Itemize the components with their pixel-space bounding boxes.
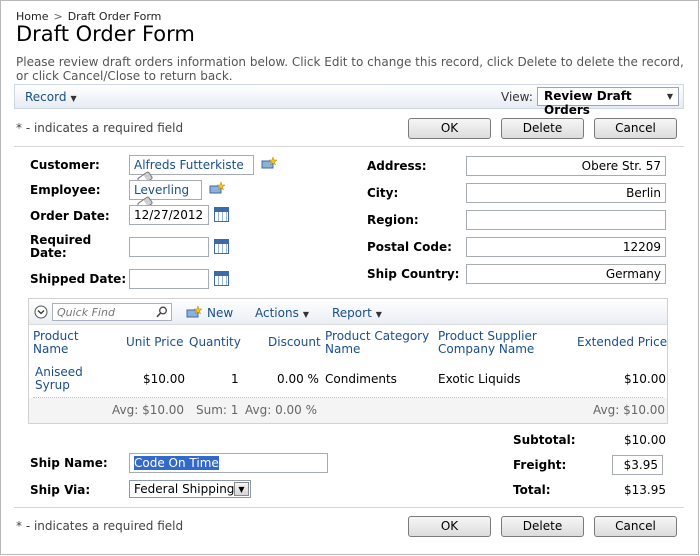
aggregate-quantity: Sum: 1 [196,403,239,417]
new-button[interactable]: New [207,306,233,320]
ship-country-input[interactable]: Germany [466,264,666,284]
column-header-product-supplier-company-name[interactable]: Product Supplier Company Name [438,330,548,356]
column-header-extended-price[interactable]: Extended Price [577,336,667,349]
employee-lookup[interactable]: Leverling [129,180,202,212]
customer-label: Customer: [30,158,100,172]
region-label: Region: [367,213,419,227]
page-description: Please review draft orders information b… [16,55,684,83]
divider [14,146,684,147]
delete-button[interactable]: Delete [501,118,584,139]
ship-country-label: Ship Country: [367,267,460,281]
actions-menu[interactable]: Actions ▼ [255,306,309,320]
report-menu-label: Report [332,306,372,320]
row-supplier: Exotic Liquids [438,372,521,386]
ship-via-label: Ship Via: [30,483,91,497]
chevron-down-icon: ▼ [375,310,382,319]
aggregate-unit-price: Avg: $10.00 [112,403,185,417]
record-menu[interactable]: Record ▼ [25,90,77,104]
new-record-icon[interactable] [261,157,277,169]
customer-value: Alfreds Futterkiste [134,158,244,172]
employee-label: Employee: [30,183,101,197]
ok-button[interactable]: OK [408,118,491,139]
chevron-down-icon: ▼ [302,310,309,319]
cancel-button[interactable]: Cancel [594,516,677,537]
view-selector[interactable]: Review Draft Orders ▼ [537,87,679,117]
order-date-label: Order Date: [30,209,110,223]
customer-lookup[interactable]: Alfreds Futterkiste [129,155,254,187]
row-category: Condiments [325,372,397,386]
aggregate-discount: Avg: 0.00 % [245,403,318,417]
ship-name-label: Ship Name: [30,456,108,470]
column-header-product-category-name[interactable]: Product Category Name [325,330,435,356]
shipped-date-label: Shipped Date: [30,272,127,286]
city-input[interactable]: Berlin [466,183,666,203]
calendar-icon[interactable] [214,207,229,222]
ok-button[interactable]: OK [408,516,491,537]
ship-via-value: Federal Shipping [134,482,235,496]
required-date-label: Required Date: [30,233,92,260]
chevron-down-icon: ▼ [70,94,77,103]
delete-button[interactable]: Delete [501,516,584,537]
required-field-note: * - indicates a required field [16,121,184,135]
freight-label: Freight: [513,458,567,472]
aggregate-extended-price: Avg: $10.00 [593,403,666,417]
column-header-quantity[interactable]: Quantity [189,336,241,349]
cancel-button[interactable]: Cancel [594,118,677,139]
quick-find-input[interactable]: Quick Find [52,303,172,321]
page-title: Draft Order Form [16,22,195,46]
column-header-discount[interactable]: Discount [268,336,321,349]
ship-via-select[interactable]: Federal Shipping ▼ [129,480,251,498]
postal-code-input[interactable]: 12209 [466,237,666,257]
total-label: Total: [513,483,551,497]
calendar-icon[interactable] [214,239,229,254]
ship-name-value: Code On Time [134,456,219,470]
calendar-icon[interactable] [214,271,229,286]
collapse-icon[interactable] [34,305,48,319]
order-details-grid: Quick Find New Actions ▼ Report ▼ Product … [28,298,668,424]
row-unit-price: $10.00 [143,372,185,386]
row-extended-price: $10.00 [624,372,666,386]
address-label: Address: [367,159,427,173]
subtotal-label: Subtotal: [513,433,576,447]
divider [14,507,684,508]
report-menu[interactable]: Report ▼ [332,306,382,320]
ship-name-input[interactable]: Code On Time [129,453,328,473]
freight-input[interactable]: $3.95 [612,455,663,475]
new-record-icon[interactable] [209,182,225,194]
total-value: $13.95 [624,483,666,497]
city-label: City: [367,186,399,200]
actions-menu-label: Actions [255,306,299,320]
record-toolbar: Record ▼ View: Review Draft Orders ▼ [14,84,684,117]
subtotal-value: $10.00 [624,433,666,447]
order-date-input[interactable]: 12/27/2012 [129,205,209,225]
column-header-unit-price[interactable]: Unit Price [126,336,184,349]
search-icon[interactable] [156,306,168,318]
new-record-icon [186,306,202,318]
dropdown-arrow-icon: ▼ [234,482,249,496]
shipped-date-input[interactable] [129,269,209,289]
column-header-product-name[interactable]: Product Name [33,330,103,356]
chevron-down-icon: ▼ [666,92,673,101]
row-quantity: 1 [231,372,239,386]
address-input[interactable]: Obere Str. 57 [466,156,666,176]
view-label: View: [501,90,533,104]
employee-value: Leverling [134,183,190,197]
required-field-note: * - indicates a required field [16,519,184,533]
postal-code-label: Postal Code: [367,240,452,254]
record-menu-label: Record [25,90,67,104]
quick-find-placeholder: Quick Find [57,306,115,319]
row-product-link[interactable]: Aniseed Syrup [35,366,95,392]
required-date-input[interactable] [129,237,209,257]
grid-toolbar: Quick Find New Actions ▼ Report ▼ [29,299,667,325]
row-discount: 0.00 % [277,372,319,386]
region-input[interactable] [466,210,666,230]
